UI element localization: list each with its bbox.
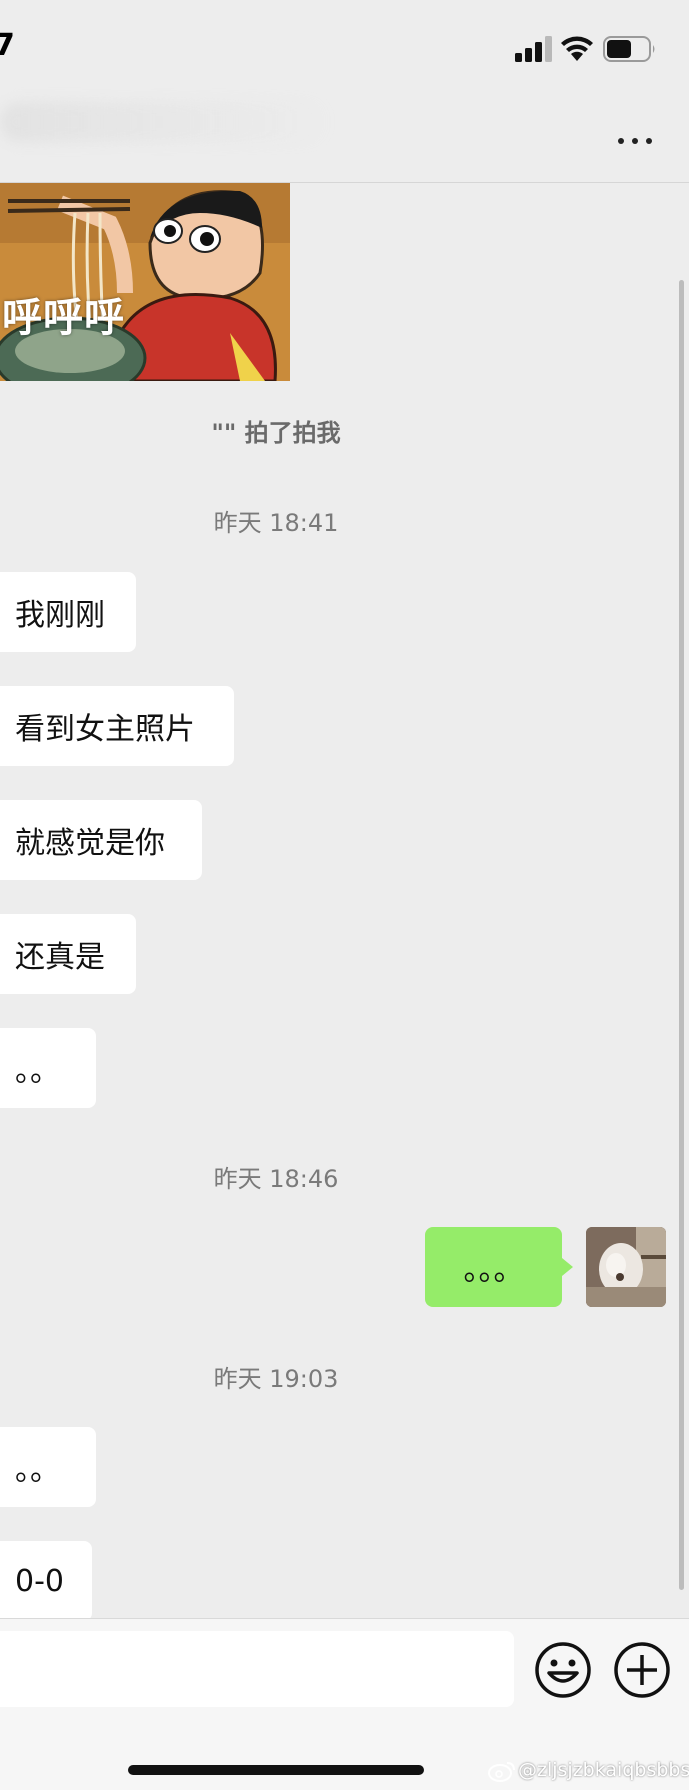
sticker-illustration: [0, 183, 290, 381]
blurred-chat-title: [0, 102, 330, 142]
watermark-text: @zljsjzbkaiqbsbbsij: [518, 1759, 689, 1781]
timestamp: 昨天 18:46: [213, 1165, 339, 1193]
emoji-icon[interactable]: [534, 1641, 592, 1699]
input-bar: @zljsjzbkaiqbsbbsij: [0, 1618, 689, 1790]
received-message-bubble[interactable]: 还真是: [0, 914, 136, 994]
received-message-bubble[interactable]: 看到女主照片: [0, 686, 234, 766]
received-message-bubble[interactable]: 0-0: [0, 1541, 92, 1618]
pat-notice: "" 拍了拍我: [211, 419, 341, 447]
signal-icon: [515, 36, 552, 62]
sticker-caption: 呼呼呼: [2, 295, 125, 341]
wifi-icon: [561, 36, 593, 61]
more-button[interactable]: [610, 120, 660, 160]
received-message-bubble[interactable]: 我刚刚: [0, 572, 136, 652]
message-input[interactable]: [0, 1631, 514, 1707]
sticker-image[interactable]: 呼呼呼: [0, 183, 290, 381]
sent-message-bubble[interactable]: 。。。: [425, 1227, 562, 1307]
watermark: @zljsjzbkaiqbsbbsij: [488, 1759, 689, 1782]
chat-area: 呼呼呼 "" 拍了拍我 昨天 18:41 我刚刚 看到女主照片 就感觉是你 还真…: [0, 183, 689, 1618]
my-avatar[interactable]: [586, 1227, 666, 1307]
received-message-bubble[interactable]: 就感觉是你: [0, 800, 202, 880]
scrollbar[interactable]: [679, 280, 684, 1590]
timestamp: 昨天 19:03: [213, 1365, 339, 1393]
nav-bar: [0, 100, 689, 183]
avatar-photo: [586, 1227, 666, 1307]
sent-bubble-tail: [562, 1258, 573, 1276]
status-bar: 7: [0, 0, 689, 100]
battery-icon: [603, 36, 655, 62]
plus-icon[interactable]: [613, 1641, 671, 1699]
weibo-icon: [488, 1761, 515, 1782]
received-message-bubble[interactable]: 。。: [0, 1427, 96, 1507]
home-indicator[interactable]: [128, 1765, 424, 1775]
status-time: 7: [0, 28, 15, 63]
timestamp: 昨天 18:41: [213, 509, 339, 537]
received-message-bubble[interactable]: 。。: [0, 1028, 96, 1108]
